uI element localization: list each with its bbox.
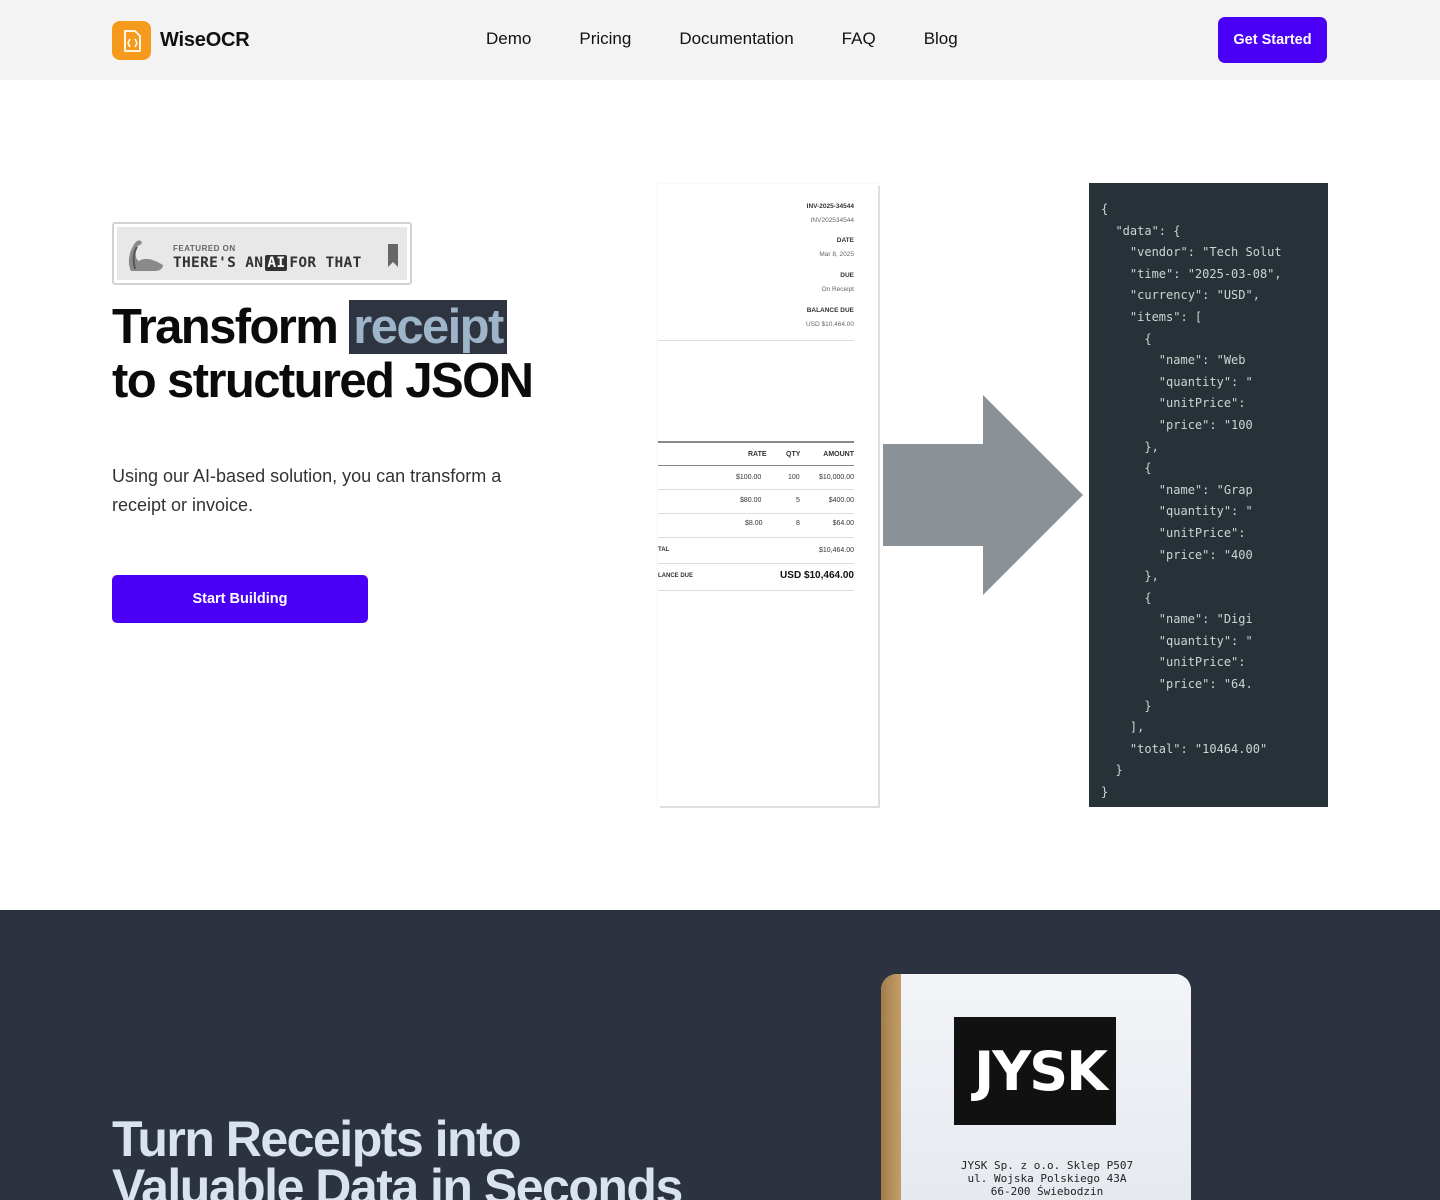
json-output-panel: { "data": { "vendor": "Tech Solut "time"… (1089, 183, 1328, 807)
brand-name: WiseOCR (160, 29, 250, 51)
json-line: "quantity": " (1101, 504, 1253, 519)
get-started-button[interactable]: Get Started (1218, 17, 1327, 63)
top-navbar: WiseOCR Demo Pricing Documentation FAQ B… (0, 0, 1440, 80)
code-file-icon (112, 21, 151, 60)
invoice-header-qty: QTY (786, 451, 801, 458)
json-line: }, (1101, 439, 1159, 454)
json-line: "items": [ (1101, 309, 1203, 324)
bookmark-icon (388, 244, 398, 267)
json-line: "name": "Grap (1101, 482, 1253, 497)
jysk-logo: JYSK (954, 1017, 1116, 1125)
invoice-total-label: TAL (658, 547, 670, 553)
invoice-balance-label: BALANCE DUE (806, 307, 854, 314)
flexing-arm-icon (128, 240, 163, 271)
invoice-balance: USD $10,464.00 (805, 321, 854, 328)
invoice-due-label: DUE (840, 272, 854, 279)
receipt-header-text: JYSK Sp. z o.o. Sklep P507 ul. Wojska Po… (960, 1159, 1134, 1198)
json-line: "vendor": "Tech Solut (1101, 245, 1282, 260)
invoice-balance-due: USD $10,464.00 (780, 570, 854, 581)
json-line: }, (1101, 569, 1159, 584)
invoice-header-amount: AMOUNT (823, 451, 854, 458)
invoice-number-label: INV-2025-34544 (806, 203, 854, 210)
invoice-total: $10,464.00 (818, 547, 854, 554)
json-code: { "data": { "vendor": "Tech Solut "time"… (1101, 199, 1282, 804)
json-line: "quantity": " (1101, 374, 1253, 389)
json-line: "currency": "USD", (1101, 288, 1260, 303)
json-line: } (1101, 785, 1109, 800)
features-section: Turn Receipts into Valuable Data in Seco… (0, 910, 1440, 1200)
featured-small-text: FEATURED ON (173, 244, 236, 253)
invoice-balance-due-label: LANCE DUE (658, 573, 694, 579)
json-line: "unitPrice": (1101, 396, 1246, 411)
nav-link-documentation[interactable]: Documentation (679, 29, 793, 49)
invoice-date: Mar 8, 2025 (819, 251, 854, 258)
hero-title: Transform receipt to structured JSON (112, 300, 534, 408)
invoice-row-rate: $80.00 (740, 497, 762, 504)
json-line: "unitPrice": (1101, 525, 1246, 540)
json-line: } (1101, 763, 1123, 778)
invoice-header-rate: RATE (748, 451, 767, 458)
json-line: "price": "64. (1101, 677, 1253, 692)
invoice-preview-image: INV-2025-34544 INV202534544 DATE Mar 8, … (658, 184, 878, 806)
hero-subtitle: Using our AI-based solution, you can tra… (112, 466, 502, 515)
json-line: "unitPrice": (1101, 655, 1246, 670)
json-line: "price": "100 (1101, 417, 1253, 432)
json-line: "name": "Digi (1101, 612, 1253, 627)
arrow-right-icon (883, 395, 1083, 595)
invoice-row-rate: $100.00 (736, 474, 762, 481)
json-line: { (1101, 590, 1152, 605)
section-title: Turn Receipts into Valuable Data in Seco… (112, 1111, 683, 1200)
invoice-row-qty: 8 (796, 520, 800, 527)
json-line: "name": "Web (1101, 353, 1246, 368)
nav-link-blog[interactable]: Blog (924, 29, 958, 49)
json-line: "price": "400 (1101, 547, 1253, 562)
invoice-row-amount: $64.00 (832, 520, 854, 527)
json-line: } (1101, 698, 1152, 713)
brand-logo[interactable]: WiseOCR (112, 21, 250, 60)
nav-link-faq[interactable]: FAQ (842, 29, 876, 49)
json-line: "total": "10464.00" (1101, 741, 1268, 756)
invoice-number: INV202534544 (810, 217, 854, 224)
nav-link-demo[interactable]: Demo (486, 29, 531, 49)
invoice-row-rate: $8.00 (745, 520, 763, 527)
invoice-row-amount: $10,000.00 (818, 474, 854, 481)
invoice-date-label: DATE (836, 237, 854, 244)
json-line: "time": "2025-03-08", (1101, 266, 1282, 281)
main-nav: Demo Pricing Documentation FAQ Blog (486, 29, 1006, 49)
json-line: { (1101, 202, 1109, 216)
json-line: { (1101, 461, 1152, 476)
json-line: ], (1101, 720, 1145, 735)
json-line: "data": { (1101, 223, 1181, 238)
featured-title: THERE'S AN AI FOR THAT (173, 255, 362, 271)
nav-link-pricing[interactable]: Pricing (579, 29, 631, 49)
invoice-due: On Receipt (821, 286, 854, 293)
json-line: { (1101, 331, 1152, 346)
receipt-photo: JYSK JYSK Sp. z o.o. Sklep P507 ul. Wojs… (881, 974, 1191, 1200)
json-line: "quantity": " (1101, 633, 1253, 648)
featured-on-badge[interactable]: FEATURED ON THERE'S AN AI FOR THAT (112, 222, 412, 285)
start-building-button[interactable]: Start Building (112, 575, 368, 623)
hero-title-highlight: receipt (349, 300, 507, 354)
invoice-row-amount: $400.00 (828, 497, 854, 504)
invoice-row-qty: 100 (788, 474, 800, 481)
invoice-row-qty: 5 (796, 497, 800, 504)
